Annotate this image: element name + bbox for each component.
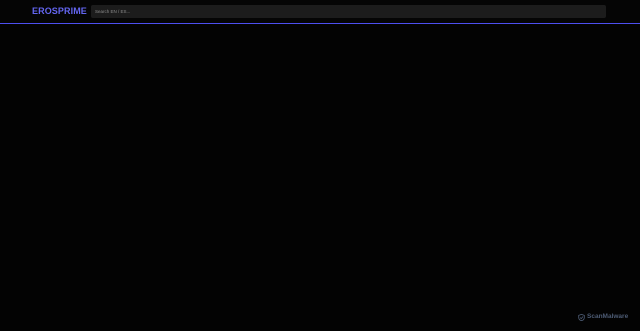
search-input[interactable]: [91, 5, 606, 18]
page: EROSPRIME ScanMalware: [0, 0, 640, 331]
scanmalware-watermark: ScanMalware: [578, 312, 628, 322]
watermark-text: ScanMalware: [587, 313, 629, 320]
site-logo[interactable]: EROSPRIME: [32, 6, 87, 17]
site-header: EROSPRIME: [0, 0, 640, 24]
scanmalware-shield-icon: [578, 313, 585, 321]
